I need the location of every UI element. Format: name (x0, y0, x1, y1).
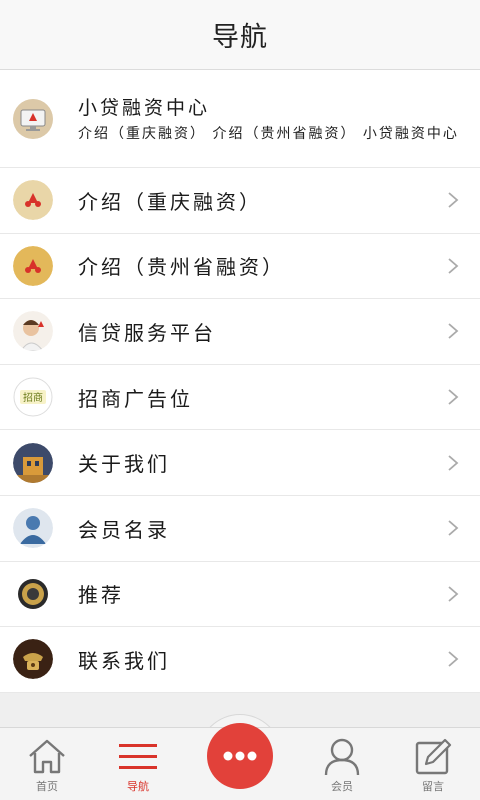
menu-icon (119, 744, 157, 769)
list-item-contact-us[interactable]: 联系我们 (0, 627, 480, 693)
tab-label: 首页 (36, 780, 58, 793)
monitor-icon (13, 98, 53, 139)
ad-badge-icon: 招商 (13, 377, 53, 417)
list-item-chongqing[interactable]: 介绍（重庆融资） (0, 168, 480, 234)
building-photo-icon (13, 442, 53, 483)
item-title: 小贷融资中心 (78, 97, 211, 119)
header-bar: 导航 (0, 0, 480, 70)
company-logo-icon (13, 180, 53, 221)
home-icon (29, 739, 65, 774)
item-label: 关于我们 (78, 452, 170, 477)
item-label: 信贷服务平台 (78, 320, 216, 345)
item-label: 介绍（贵州省融资） (78, 255, 285, 280)
tab-nav[interactable]: 导航 (98, 728, 178, 800)
tab-message[interactable]: 留言 (393, 728, 473, 800)
chevron-right-icon (448, 323, 459, 340)
tab-label: 留言 (422, 780, 444, 793)
nav-list: 小贷融资中心 介绍（重庆融资） 介绍（贵州省融资） 小贷融资中心 介绍（重庆融资… (0, 70, 480, 693)
svg-text:招商: 招商 (23, 391, 43, 404)
chevron-right-icon (448, 586, 459, 602)
chevron-right-icon (448, 651, 459, 668)
more-button[interactable] (207, 723, 273, 789)
list-item-credit-platform[interactable]: 信贷服务平台 (0, 299, 480, 365)
member-avatar-icon (13, 508, 53, 549)
chevron-right-icon (448, 520, 459, 536)
chevron-right-icon (448, 258, 459, 274)
tab-member[interactable]: 会员 (302, 728, 382, 800)
page-title: 导航 (212, 22, 268, 53)
item-label: 会员名录 (78, 517, 170, 542)
tab-home[interactable]: 首页 (7, 728, 87, 800)
item-label: 招商广告位 (78, 386, 193, 411)
item-label: 介绍（重庆融资） (78, 189, 262, 214)
company-logo-icon (13, 245, 53, 286)
chevron-right-icon (448, 454, 459, 471)
list-item-ad-space[interactable]: 招商 招商广告位 (0, 365, 480, 431)
more-icon (223, 751, 257, 761)
item-subtitle: 介绍（重庆融资） 介绍（贵州省融资） 小贷融资中心 (78, 126, 459, 142)
list-item-about-us[interactable]: 关于我们 (0, 430, 480, 496)
telephone-icon (13, 639, 53, 680)
person-icon (324, 738, 360, 776)
list-item-recommend[interactable]: 推荐 (0, 562, 480, 628)
list-item-members[interactable]: 会员名录 (0, 496, 480, 562)
tab-label: 会员 (331, 780, 353, 793)
medal-icon (13, 573, 53, 614)
item-label: 推荐 (78, 583, 124, 608)
item-label: 联系我们 (78, 648, 170, 673)
list-item-guizhou[interactable]: 介绍（贵州省融资） (0, 234, 480, 300)
chevron-right-icon (448, 389, 459, 405)
person-photo-icon (13, 311, 53, 352)
chevron-right-icon (448, 192, 459, 208)
edit-icon (415, 738, 452, 775)
list-item-loan-center[interactable]: 小贷融资中心 介绍（重庆融资） 介绍（贵州省融资） 小贷融资中心 (0, 70, 480, 168)
tab-label: 导航 (127, 780, 149, 793)
